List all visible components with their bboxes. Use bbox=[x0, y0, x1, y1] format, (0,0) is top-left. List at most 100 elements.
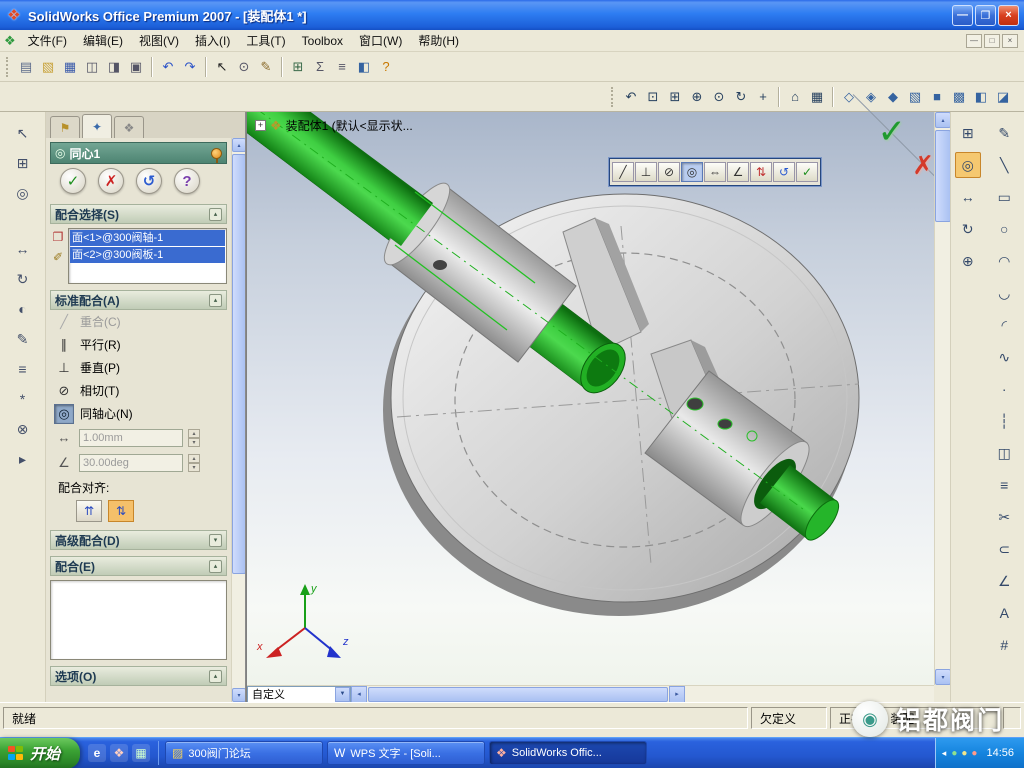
menu-file[interactable]: 文件(F) bbox=[20, 30, 75, 51]
selected-face-item[interactable]: 面<1>@300阀轴-1 bbox=[70, 230, 225, 246]
help-icon[interactable]: ? bbox=[375, 56, 397, 78]
move-component-icon[interactable]: ↔ bbox=[955, 184, 981, 210]
view-orientation-icon[interactable]: ▦ bbox=[806, 86, 828, 108]
make-assembly-icon[interactable]: ◨ bbox=[103, 56, 125, 78]
undo-button[interactable]: ↺ bbox=[136, 168, 162, 194]
pushpin-icon[interactable] bbox=[211, 148, 222, 159]
collapse-chevron-icon[interactable]: ▴ bbox=[209, 560, 222, 573]
convert-entities-icon[interactable]: ⊂ bbox=[991, 536, 1017, 562]
zoom-fit-icon[interactable]: ⊡ bbox=[642, 86, 664, 108]
mate-perpendicular[interactable]: ⊥ 垂直(P) bbox=[50, 356, 227, 379]
section-mates[interactable]: 配合(E) ▴ bbox=[50, 556, 227, 576]
mate-icon[interactable]: ◎ bbox=[10, 180, 36, 206]
section-view-icon[interactable]: ◧ bbox=[970, 86, 992, 108]
popup-angle-icon[interactable]: ∠ bbox=[727, 162, 749, 182]
task-wps[interactable]: W WPS 文字 - [Soli... bbox=[327, 741, 485, 765]
close-button[interactable]: × bbox=[998, 5, 1019, 26]
smart-fasteners-icon[interactable]: ⊕ bbox=[955, 248, 981, 274]
popup-flip-alignment-icon[interactable]: ⇅ bbox=[750, 162, 772, 182]
popup-perpendicular-icon[interactable]: ⊥ bbox=[635, 162, 657, 182]
anti-aligned-button[interactable]: ⇅ bbox=[108, 500, 134, 522]
model-canvas[interactable]: y x z bbox=[247, 112, 935, 685]
appearance-icon[interactable]: ◧ bbox=[353, 56, 375, 78]
combo-dropdown-icon[interactable]: ▼ bbox=[335, 687, 350, 702]
centerline-icon[interactable]: ┆ bbox=[991, 408, 1017, 434]
mate-coincident[interactable]: ╱ 重合(C) bbox=[50, 310, 227, 333]
aligned-button[interactable]: ⇈ bbox=[76, 500, 102, 522]
spline-icon[interactable]: ∿ bbox=[991, 344, 1017, 370]
titlebar[interactable]: ❖ SolidWorks Office Premium 2007 - [装配体1… bbox=[0, 0, 1024, 30]
model-hole-1[interactable] bbox=[687, 398, 703, 410]
scroll-left-icon[interactable]: ◂ bbox=[351, 686, 367, 703]
ok-button[interactable]: ✓ bbox=[60, 168, 86, 194]
popup-concentric-icon[interactable]: ◎ bbox=[681, 162, 703, 182]
task-folder-300[interactable]: ▨ 300阀门论坛 bbox=[165, 741, 323, 765]
select-icon[interactable]: ↖ bbox=[211, 56, 233, 78]
tree-node-label[interactable]: 装配体1 (默认<显示状... bbox=[286, 117, 413, 134]
mate-command-icon[interactable]: ◎ bbox=[955, 152, 981, 178]
section-standard-mates[interactable]: 标准配合(A) ▴ bbox=[50, 290, 227, 310]
toolbar-grip[interactable] bbox=[611, 87, 615, 107]
confirm-ok-icon[interactable]: ✓ bbox=[878, 112, 907, 152]
quicklaunch-show-desktop-icon[interactable]: ▦ bbox=[132, 744, 150, 762]
popup-coincident-icon[interactable]: ╱ bbox=[612, 162, 634, 182]
interference-icon[interactable]: ⊗ bbox=[10, 416, 36, 442]
design-table-icon[interactable]: ⊞ bbox=[287, 56, 309, 78]
tab-propertymanager[interactable]: ✦ bbox=[82, 114, 112, 138]
child-minimize-button[interactable]: — bbox=[966, 34, 982, 48]
scroll-thumb[interactable] bbox=[368, 687, 668, 702]
point-icon[interactable]: · bbox=[991, 376, 1017, 402]
line-icon[interactable]: ╲ bbox=[991, 152, 1017, 178]
tree-expander-icon[interactable]: + bbox=[255, 120, 266, 131]
sketch-entity-icon[interactable]: ✎ bbox=[255, 56, 277, 78]
move-component-icon[interactable]: ↔ bbox=[10, 236, 36, 262]
graphics-viewport[interactable]: y x z + ❖ 装配体1 (默认<显示状... ╱⊥⊘◎⇔∠⇅↺✓ ✓ ✗ … bbox=[246, 112, 950, 702]
rectangle-icon[interactable]: ▭ bbox=[991, 184, 1017, 210]
rotate-component-icon[interactable]: ↻ bbox=[955, 216, 981, 242]
hidden-lines-removed-icon[interactable]: ◆ bbox=[882, 86, 904, 108]
scroll-down-icon[interactable]: ▾ bbox=[935, 669, 951, 685]
pm-scrollbar[interactable]: ▴ ▾ bbox=[231, 138, 245, 702]
task-solidworks[interactable]: ❖ SolidWorks Offic... bbox=[489, 741, 647, 765]
make-drawing-icon[interactable]: ◫ bbox=[81, 56, 103, 78]
mirror-entities-icon[interactable]: ◫ bbox=[991, 440, 1017, 466]
mates-listbox[interactable] bbox=[50, 580, 227, 660]
popup-undo-icon[interactable]: ↺ bbox=[773, 162, 795, 182]
rotate-component-icon[interactable]: ↻ bbox=[10, 266, 36, 292]
mate-selection-listbox[interactable]: 面<1>@300阀轴-1面<2>@300阀板-1 bbox=[68, 228, 227, 284]
scroll-right-icon[interactable]: ▸ bbox=[669, 686, 685, 703]
child-restore-button[interactable]: □ bbox=[984, 34, 1000, 48]
undo-icon[interactable]: ↶ bbox=[157, 56, 179, 78]
confirm-cancel-icon[interactable]: ✗ bbox=[912, 150, 934, 181]
save-icon[interactable]: ▦ bbox=[59, 56, 81, 78]
hide-show-icon[interactable]: ◐ bbox=[10, 296, 36, 322]
menu-tools[interactable]: 工具(T) bbox=[238, 30, 293, 51]
menu-window[interactable]: 窗口(W) bbox=[351, 30, 410, 51]
minimize-button[interactable]: — bbox=[952, 5, 973, 26]
pan-icon[interactable]: + bbox=[752, 86, 774, 108]
expand-chevron-icon[interactable]: ▾ bbox=[209, 534, 222, 547]
centerpoint-arc-icon[interactable]: ◠ bbox=[991, 248, 1017, 274]
zoom-area-icon[interactable]: ⊞ bbox=[664, 86, 686, 108]
tray-icon-2[interactable]: ● bbox=[961, 748, 967, 759]
tray-chevron-icon[interactable]: ◂ bbox=[942, 748, 947, 759]
offset-entities-icon[interactable]: ≡ bbox=[991, 472, 1017, 498]
selection-filter-icon[interactable]: ⊙ bbox=[233, 56, 255, 78]
text-icon[interactable]: A bbox=[991, 600, 1017, 626]
equations-icon[interactable]: Σ bbox=[309, 56, 331, 78]
tray-icon-3[interactable]: ● bbox=[971, 748, 977, 759]
viewport-horizontal-scrollbar[interactable]: 自定义 ▼ ◂ ▸ bbox=[247, 685, 934, 702]
mate-tangent[interactable]: ⊘ 相切(T) bbox=[50, 379, 227, 402]
tray-icon-1[interactable]: ● bbox=[951, 748, 957, 759]
section-options[interactable]: 选项(O) ▴ bbox=[50, 666, 227, 686]
quicklaunch-ie-icon[interactable]: e bbox=[88, 744, 106, 762]
exploded-view-icon[interactable]: * bbox=[10, 386, 36, 412]
linear-pattern-icon[interactable]: # bbox=[991, 632, 1017, 658]
standard-views-icon[interactable]: ⌂ bbox=[784, 86, 806, 108]
start-button[interactable]: 开始 bbox=[0, 738, 80, 768]
scroll-up-icon[interactable]: ▴ bbox=[232, 138, 246, 152]
insert-components-icon[interactable]: ⊞ bbox=[955, 120, 981, 146]
scroll-up-icon[interactable]: ▴ bbox=[935, 112, 951, 128]
zoom-selected-icon[interactable]: ⊙ bbox=[708, 86, 730, 108]
viewport-vertical-scrollbar[interactable]: ▴ ▾ bbox=[934, 112, 950, 685]
